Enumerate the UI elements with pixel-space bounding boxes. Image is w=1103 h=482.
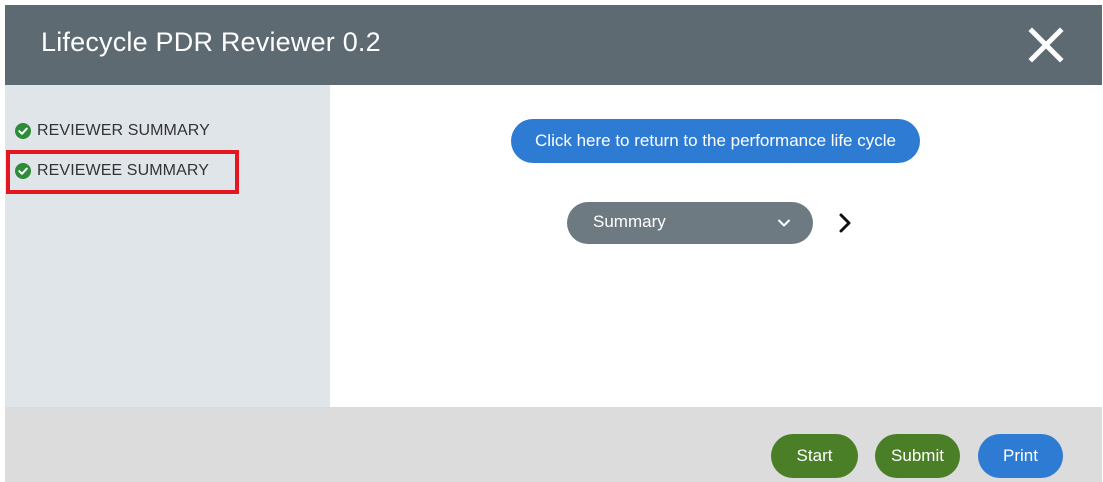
next-section-button[interactable]: [834, 211, 856, 235]
print-button[interactable]: Print: [978, 434, 1063, 478]
sidebar: REVIEWER SUMMARY REVIEWEE SUMMARY: [5, 85, 330, 407]
chevron-right-icon: [839, 213, 851, 233]
submit-button[interactable]: Submit: [875, 434, 960, 478]
main-content: Click here to return to the performance …: [330, 85, 1102, 407]
close-button[interactable]: [1024, 23, 1068, 67]
check-circle-icon: [15, 123, 31, 139]
section-select[interactable]: Summary: [567, 202, 813, 244]
highlight-box: [6, 150, 239, 194]
section-select-value: Summary: [593, 212, 666, 231]
close-icon: [1028, 27, 1064, 63]
dialog-footer: Start Submit Print: [5, 407, 1102, 482]
sidebar-item-label: REVIEWER SUMMARY: [37, 122, 210, 139]
dialog-header: Lifecycle PDR Reviewer 0.2: [5, 5, 1102, 85]
start-button[interactable]: Start: [771, 434, 858, 478]
chevron-down-icon: [778, 219, 790, 227]
sidebar-item-reviewer-summary[interactable]: REVIEWER SUMMARY: [15, 120, 210, 142]
dialog-title: Lifecycle PDR Reviewer 0.2: [41, 27, 381, 57]
return-to-lifecycle-button[interactable]: Click here to return to the performance …: [511, 119, 920, 163]
reviewer-dialog: Lifecycle PDR Reviewer 0.2 REVIEWER SUMM…: [5, 5, 1102, 482]
